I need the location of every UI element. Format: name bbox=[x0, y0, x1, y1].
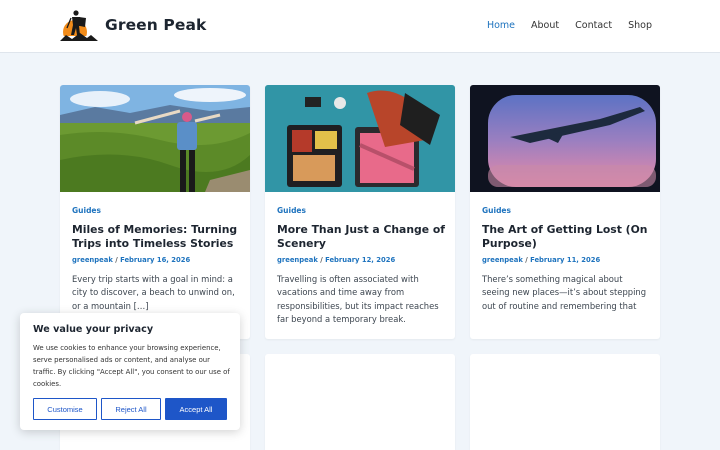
nav-contact[interactable]: Contact bbox=[575, 20, 612, 31]
post-thumbnail-hiker[interactable] bbox=[60, 85, 250, 192]
nav-shop[interactable]: Shop bbox=[628, 20, 652, 31]
post-excerpt: Every trip starts with a goal in mind: a… bbox=[72, 274, 235, 311]
post-card: Guides The Art of Getting Lost (On Purpo… bbox=[470, 85, 660, 339]
accept-all-button[interactable]: Accept All bbox=[165, 398, 227, 420]
post-thumbnail-packing[interactable] bbox=[265, 85, 455, 192]
post-author[interactable]: greenpeak bbox=[277, 256, 318, 264]
cookie-heading: We value your privacy bbox=[33, 324, 154, 335]
site-logo-icon[interactable] bbox=[60, 8, 98, 44]
post-category[interactable]: Guides bbox=[482, 206, 511, 215]
reject-all-button[interactable]: Reject All bbox=[101, 398, 161, 420]
post-date[interactable]: February 16, 2026 bbox=[120, 256, 190, 264]
post-card: Guides Miles of Memories: Turning Trips … bbox=[60, 85, 250, 339]
post-category[interactable]: Guides bbox=[72, 206, 101, 215]
post-thumbnail-airplane-window[interactable] bbox=[470, 85, 660, 192]
post-meta: greenpeak / February 11, 2026 bbox=[482, 256, 601, 264]
post-card bbox=[265, 354, 455, 450]
post-author[interactable]: greenpeak bbox=[72, 256, 113, 264]
post-category[interactable]: Guides bbox=[277, 206, 306, 215]
post-excerpt: There’s something magical about seeing n… bbox=[482, 274, 647, 311]
post-title[interactable]: Miles of Memories: Turning Trips into Ti… bbox=[72, 223, 242, 251]
post-meta: greenpeak / February 16, 2026 bbox=[72, 256, 191, 264]
post-title[interactable]: The Art of Getting Lost (On Purpose) bbox=[482, 223, 652, 251]
post-date[interactable]: February 11, 2026 bbox=[530, 256, 600, 264]
site-title[interactable]: Green Peak bbox=[105, 16, 206, 34]
cookie-consent-banner: We value your privacy We use cookies to … bbox=[20, 313, 240, 430]
post-title[interactable]: More Than Just a Change of Scenery bbox=[277, 223, 447, 251]
main-nav: Home About Contact Shop bbox=[487, 20, 652, 31]
post-card bbox=[470, 354, 660, 450]
customise-button[interactable]: Customise bbox=[33, 398, 97, 420]
post-date[interactable]: February 12, 2026 bbox=[325, 256, 395, 264]
post-author[interactable]: greenpeak bbox=[482, 256, 523, 264]
post-excerpt: Travelling is often associated with vaca… bbox=[277, 274, 439, 325]
cookie-text: We use cookies to enhance your browsing … bbox=[33, 344, 230, 388]
post-card: Guides More Than Just a Change of Scener… bbox=[265, 85, 455, 339]
nav-about[interactable]: About bbox=[531, 20, 559, 31]
nav-home[interactable]: Home bbox=[487, 20, 515, 31]
post-meta: greenpeak / February 12, 2026 bbox=[277, 256, 396, 264]
site-header: Green Peak Home About Contact Shop bbox=[0, 0, 720, 53]
